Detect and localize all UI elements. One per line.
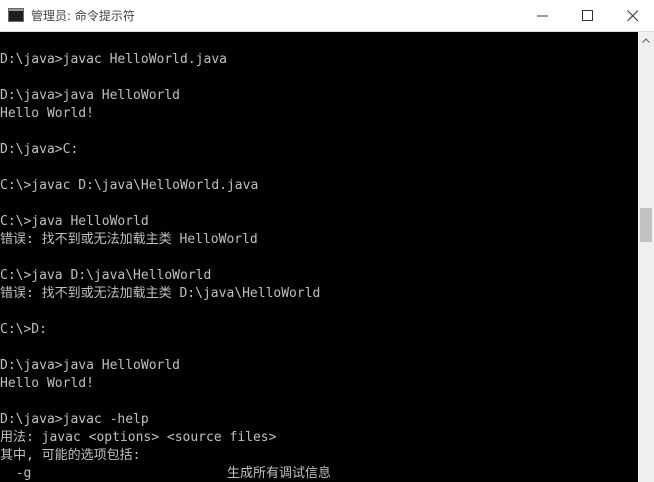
maximize-icon xyxy=(582,10,593,21)
scroll-up-button[interactable] xyxy=(638,32,654,49)
cmd-icon-bar xyxy=(9,9,23,11)
console-line: C:\>java D:\java\HelloWorld xyxy=(0,268,212,283)
console-line: 错误: 找不到或无法加载主类 HelloWorld xyxy=(0,232,258,247)
console-line: 用法: javac <options> <source files> xyxy=(0,430,277,445)
command-prompt-window: 管理员: 命令提示符 D:\java>javac HelloWorld.java… xyxy=(0,0,654,482)
console-line: D:\java>javac -help xyxy=(0,412,149,427)
console-line: D:\java>java HelloWorld xyxy=(0,88,181,103)
title-bar[interactable]: 管理员: 命令提示符 xyxy=(0,0,654,32)
console-line: D:\java>javac HelloWorld.java xyxy=(0,52,227,67)
window-title: 管理员: 命令提示符 xyxy=(31,9,135,23)
console-line: Hello World! xyxy=(0,106,94,121)
console-line: 其中, 可能的选项包括: xyxy=(0,448,141,463)
minimize-icon xyxy=(537,15,548,17)
console-line: -g 生成所有调试信息 xyxy=(0,466,331,481)
console-line: C:\>D: xyxy=(0,322,47,337)
cmd-icon[interactable] xyxy=(8,8,24,22)
scroll-thumb[interactable] xyxy=(640,208,652,242)
maximize-button[interactable] xyxy=(565,0,611,32)
console-line: 错误: 找不到或无法加载主类 D:\java\HelloWorld xyxy=(0,286,321,301)
close-button[interactable] xyxy=(610,0,654,32)
vertical-scrollbar[interactable] xyxy=(638,32,654,482)
console-line: C:\>javac D:\java\HelloWorld.java xyxy=(0,178,259,193)
close-icon xyxy=(627,10,639,22)
console-line: C:\>java HelloWorld xyxy=(0,214,149,229)
console-output[interactable]: D:\java>javac HelloWorld.java D:\java>jav… xyxy=(0,32,638,482)
console-line: D:\java>java HelloWorld xyxy=(0,358,181,373)
console-line: Hello World! xyxy=(0,376,94,391)
console-line: D:\java>C: xyxy=(0,142,79,157)
minimize-button[interactable] xyxy=(520,0,566,32)
scroll-up-arrow-icon xyxy=(642,38,650,43)
